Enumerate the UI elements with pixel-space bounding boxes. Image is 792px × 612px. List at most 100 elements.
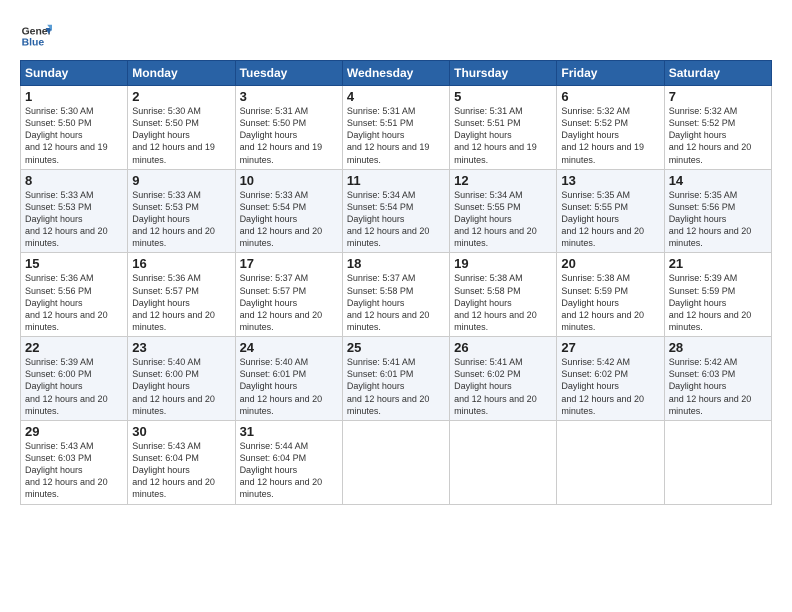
calendar-cell: 12 Sunrise: 5:34 AM Sunset: 5:55 PM Dayl…: [450, 169, 557, 253]
day-number: 13: [561, 173, 659, 188]
cell-content: Sunrise: 5:30 AM Sunset: 5:50 PM Dayligh…: [132, 105, 230, 166]
cell-content: Sunrise: 5:34 AM Sunset: 5:54 PM Dayligh…: [347, 189, 445, 250]
day-number: 1: [25, 89, 123, 104]
calendar-cell: 10 Sunrise: 5:33 AM Sunset: 5:54 PM Dayl…: [235, 169, 342, 253]
calendar-cell: 1 Sunrise: 5:30 AM Sunset: 5:50 PM Dayli…: [21, 86, 128, 170]
day-number: 21: [669, 256, 767, 271]
calendar-cell: 7 Sunrise: 5:32 AM Sunset: 5:52 PM Dayli…: [664, 86, 771, 170]
cell-content: Sunrise: 5:32 AM Sunset: 5:52 PM Dayligh…: [561, 105, 659, 166]
calendar-cell: 18 Sunrise: 5:37 AM Sunset: 5:58 PM Dayl…: [342, 253, 449, 337]
cell-content: Sunrise: 5:36 AM Sunset: 5:56 PM Dayligh…: [25, 272, 123, 333]
cell-content: Sunrise: 5:41 AM Sunset: 6:01 PM Dayligh…: [347, 356, 445, 417]
day-number: 10: [240, 173, 338, 188]
day-number: 26: [454, 340, 552, 355]
day-number: 2: [132, 89, 230, 104]
calendar-cell: 21 Sunrise: 5:39 AM Sunset: 5:59 PM Dayl…: [664, 253, 771, 337]
calendar-cell: [557, 420, 664, 504]
cell-content: Sunrise: 5:43 AM Sunset: 6:03 PM Dayligh…: [25, 440, 123, 501]
calendar-cell: 5 Sunrise: 5:31 AM Sunset: 5:51 PM Dayli…: [450, 86, 557, 170]
calendar-cell: [450, 420, 557, 504]
day-number: 4: [347, 89, 445, 104]
cell-content: Sunrise: 5:39 AM Sunset: 5:59 PM Dayligh…: [669, 272, 767, 333]
day-number: 28: [669, 340, 767, 355]
calendar-cell: 9 Sunrise: 5:33 AM Sunset: 5:53 PM Dayli…: [128, 169, 235, 253]
calendar-cell: 6 Sunrise: 5:32 AM Sunset: 5:52 PM Dayli…: [557, 86, 664, 170]
day-number: 15: [25, 256, 123, 271]
cell-content: Sunrise: 5:36 AM Sunset: 5:57 PM Dayligh…: [132, 272, 230, 333]
day-number: 30: [132, 424, 230, 439]
calendar-cell: 25 Sunrise: 5:41 AM Sunset: 6:01 PM Dayl…: [342, 337, 449, 421]
cell-content: Sunrise: 5:32 AM Sunset: 5:52 PM Dayligh…: [669, 105, 767, 166]
calendar-cell: [664, 420, 771, 504]
day-number: 8: [25, 173, 123, 188]
day-number: 3: [240, 89, 338, 104]
calendar-cell: 11 Sunrise: 5:34 AM Sunset: 5:54 PM Dayl…: [342, 169, 449, 253]
cell-content: Sunrise: 5:38 AM Sunset: 5:58 PM Dayligh…: [454, 272, 552, 333]
calendar-cell: [342, 420, 449, 504]
calendar-cell: 4 Sunrise: 5:31 AM Sunset: 5:51 PM Dayli…: [342, 86, 449, 170]
day-number: 17: [240, 256, 338, 271]
cell-content: Sunrise: 5:37 AM Sunset: 5:58 PM Dayligh…: [347, 272, 445, 333]
day-header-tuesday: Tuesday: [235, 61, 342, 86]
day-number: 19: [454, 256, 552, 271]
cell-content: Sunrise: 5:31 AM Sunset: 5:51 PM Dayligh…: [454, 105, 552, 166]
cell-content: Sunrise: 5:38 AM Sunset: 5:59 PM Dayligh…: [561, 272, 659, 333]
day-number: 27: [561, 340, 659, 355]
calendar-cell: 29 Sunrise: 5:43 AM Sunset: 6:03 PM Dayl…: [21, 420, 128, 504]
cell-content: Sunrise: 5:30 AM Sunset: 5:50 PM Dayligh…: [25, 105, 123, 166]
day-header-wednesday: Wednesday: [342, 61, 449, 86]
day-number: 23: [132, 340, 230, 355]
calendar-cell: 15 Sunrise: 5:36 AM Sunset: 5:56 PM Dayl…: [21, 253, 128, 337]
cell-content: Sunrise: 5:35 AM Sunset: 5:56 PM Dayligh…: [669, 189, 767, 250]
day-number: 6: [561, 89, 659, 104]
calendar-table: SundayMondayTuesdayWednesdayThursdayFrid…: [20, 60, 772, 505]
day-header-sunday: Sunday: [21, 61, 128, 86]
calendar-cell: 22 Sunrise: 5:39 AM Sunset: 6:00 PM Dayl…: [21, 337, 128, 421]
cell-content: Sunrise: 5:43 AM Sunset: 6:04 PM Dayligh…: [132, 440, 230, 501]
day-number: 25: [347, 340, 445, 355]
day-header-saturday: Saturday: [664, 61, 771, 86]
cell-content: Sunrise: 5:42 AM Sunset: 6:03 PM Dayligh…: [669, 356, 767, 417]
day-number: 11: [347, 173, 445, 188]
day-number: 12: [454, 173, 552, 188]
day-number: 16: [132, 256, 230, 271]
day-header-thursday: Thursday: [450, 61, 557, 86]
day-number: 7: [669, 89, 767, 104]
calendar-cell: 3 Sunrise: 5:31 AM Sunset: 5:50 PM Dayli…: [235, 86, 342, 170]
day-header-friday: Friday: [557, 61, 664, 86]
cell-content: Sunrise: 5:34 AM Sunset: 5:55 PM Dayligh…: [454, 189, 552, 250]
header: General Blue: [20, 16, 772, 52]
calendar-cell: 16 Sunrise: 5:36 AM Sunset: 5:57 PM Dayl…: [128, 253, 235, 337]
calendar-cell: 27 Sunrise: 5:42 AM Sunset: 6:02 PM Dayl…: [557, 337, 664, 421]
cell-content: Sunrise: 5:44 AM Sunset: 6:04 PM Dayligh…: [240, 440, 338, 501]
cell-content: Sunrise: 5:41 AM Sunset: 6:02 PM Dayligh…: [454, 356, 552, 417]
cell-content: Sunrise: 5:40 AM Sunset: 6:00 PM Dayligh…: [132, 356, 230, 417]
cell-content: Sunrise: 5:37 AM Sunset: 5:57 PM Dayligh…: [240, 272, 338, 333]
calendar-cell: 24 Sunrise: 5:40 AM Sunset: 6:01 PM Dayl…: [235, 337, 342, 421]
calendar-cell: 31 Sunrise: 5:44 AM Sunset: 6:04 PM Dayl…: [235, 420, 342, 504]
logo: General Blue: [20, 20, 56, 52]
calendar-cell: 17 Sunrise: 5:37 AM Sunset: 5:57 PM Dayl…: [235, 253, 342, 337]
calendar-cell: 8 Sunrise: 5:33 AM Sunset: 5:53 PM Dayli…: [21, 169, 128, 253]
calendar-cell: 19 Sunrise: 5:38 AM Sunset: 5:58 PM Dayl…: [450, 253, 557, 337]
day-number: 14: [669, 173, 767, 188]
day-number: 24: [240, 340, 338, 355]
cell-content: Sunrise: 5:31 AM Sunset: 5:51 PM Dayligh…: [347, 105, 445, 166]
cell-content: Sunrise: 5:39 AM Sunset: 6:00 PM Dayligh…: [25, 356, 123, 417]
cell-content: Sunrise: 5:40 AM Sunset: 6:01 PM Dayligh…: [240, 356, 338, 417]
day-number: 22: [25, 340, 123, 355]
cell-content: Sunrise: 5:33 AM Sunset: 5:53 PM Dayligh…: [132, 189, 230, 250]
svg-text:Blue: Blue: [22, 38, 45, 49]
cell-content: Sunrise: 5:33 AM Sunset: 5:54 PM Dayligh…: [240, 189, 338, 250]
calendar-cell: 30 Sunrise: 5:43 AM Sunset: 6:04 PM Dayl…: [128, 420, 235, 504]
day-number: 20: [561, 256, 659, 271]
calendar-cell: 14 Sunrise: 5:35 AM Sunset: 5:56 PM Dayl…: [664, 169, 771, 253]
cell-content: Sunrise: 5:33 AM Sunset: 5:53 PM Dayligh…: [25, 189, 123, 250]
calendar-cell: 26 Sunrise: 5:41 AM Sunset: 6:02 PM Dayl…: [450, 337, 557, 421]
calendar-cell: 13 Sunrise: 5:35 AM Sunset: 5:55 PM Dayl…: [557, 169, 664, 253]
day-number: 9: [132, 173, 230, 188]
day-number: 29: [25, 424, 123, 439]
calendar-cell: 2 Sunrise: 5:30 AM Sunset: 5:50 PM Dayli…: [128, 86, 235, 170]
day-number: 18: [347, 256, 445, 271]
logo-icon: General Blue: [20, 20, 52, 52]
